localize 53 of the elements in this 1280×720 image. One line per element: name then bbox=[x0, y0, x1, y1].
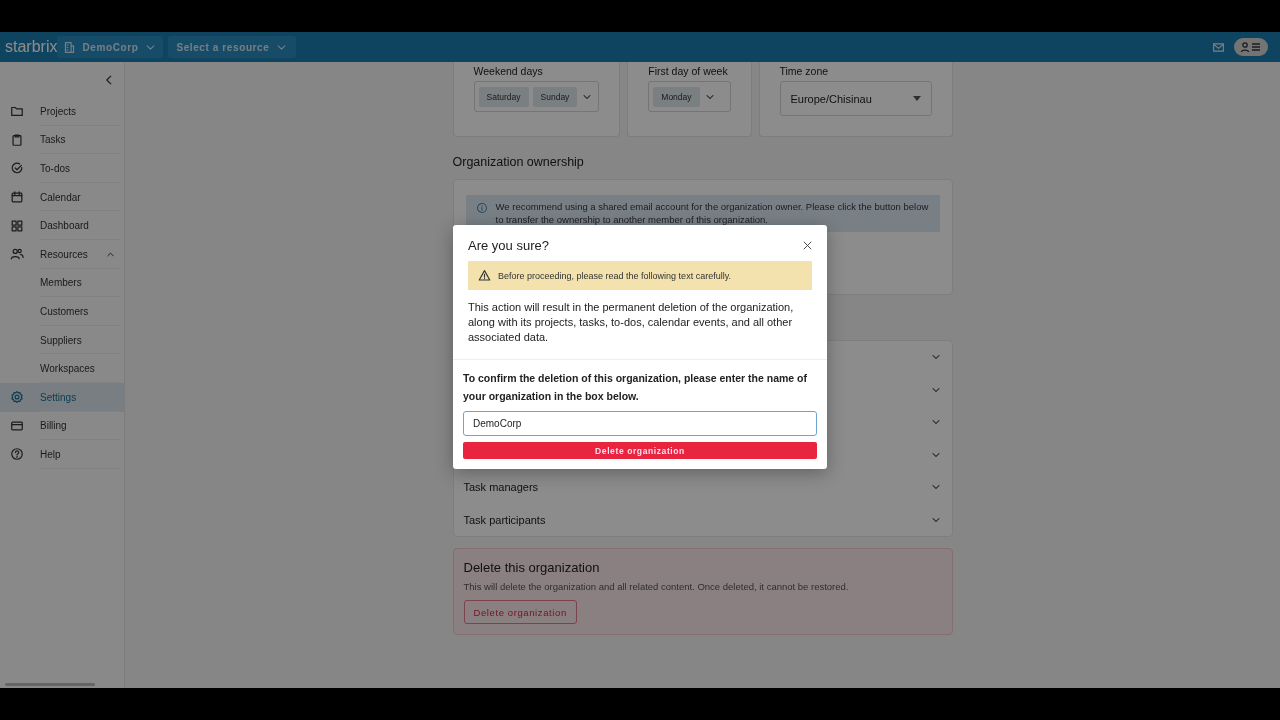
accordion-label[interactable]: Task participants bbox=[463, 513, 930, 526]
sidebar-item[interactable]: Projects bbox=[0, 97, 124, 126]
time-zone-select[interactable]: Europe/Chisinau bbox=[779, 81, 932, 116]
credit-card-icon bbox=[10, 418, 24, 433]
people-icon bbox=[10, 247, 24, 262]
field-label: Time zone bbox=[779, 65, 830, 77]
clipboard-icon bbox=[10, 132, 24, 147]
organization-name-field[interactable]: DemoCorp bbox=[463, 411, 817, 436]
close-icon[interactable] bbox=[802, 240, 813, 251]
danger-description: This will delete the organization and all related content. Once deleted, it cannot be restored. bbox=[463, 581, 850, 592]
help-icon bbox=[10, 447, 24, 462]
chip[interactable]: Saturday bbox=[478, 86, 529, 107]
info-text: We recommend using a shared email account for the organization owner. Please click the button below to transfer the ownership to another member of this organization. bbox=[495, 201, 930, 226]
user-menu[interactable] bbox=[1234, 38, 1268, 56]
dialog-message: This action will result in the permanent deletion of the organization, along with its projects, tasks, to-dos, calendar events, and all other associated data. bbox=[453, 290, 827, 360]
sidebar-item[interactable]: To-dos bbox=[0, 154, 124, 183]
chip[interactable]: Monday bbox=[653, 86, 700, 107]
accordion-label[interactable]: Task managers bbox=[463, 481, 930, 494]
confirm-prompt: To confirm the deletion of this organization, please enter the name of your organization in the box below. bbox=[462, 371, 808, 404]
field-label: First day of week bbox=[648, 65, 729, 77]
building-icon bbox=[63, 40, 77, 54]
danger-title: Delete this organization bbox=[463, 560, 601, 575]
sidebar-item[interactable]: Settings bbox=[0, 382, 124, 412]
calendar-icon bbox=[10, 190, 24, 205]
mail-icon[interactable] bbox=[1212, 40, 1226, 54]
sidebar-item[interactable]: Help bbox=[0, 440, 124, 469]
grid-icon bbox=[10, 218, 24, 233]
sidebar-item[interactable]: Dashboard bbox=[0, 211, 124, 240]
gear-icon bbox=[10, 390, 24, 405]
sidebar-item[interactable]: Members bbox=[0, 268, 124, 298]
chip[interactable]: Sunday bbox=[532, 86, 578, 107]
sidebar-item[interactable]: Workspaces bbox=[0, 354, 124, 383]
info-icon bbox=[475, 202, 488, 214]
person-menu-icon bbox=[1239, 41, 1263, 53]
dialog-title: Are you sure? bbox=[468, 238, 549, 253]
logo: starbrix bbox=[5, 38, 58, 56]
sidebar-item[interactable]: Suppliers bbox=[0, 325, 124, 355]
field-label: Weekend days bbox=[473, 65, 544, 77]
section-heading: Organization ownership bbox=[452, 155, 585, 171]
sidebar-item[interactable]: Billing bbox=[0, 411, 124, 441]
check-circle-icon bbox=[10, 161, 24, 176]
dropdown-arrow-icon bbox=[912, 96, 921, 101]
multi-select[interactable]: Saturday Sunday bbox=[473, 81, 600, 112]
sidebar-item[interactable]: Resources bbox=[0, 239, 124, 269]
sidebar-item[interactable]: Customers bbox=[0, 297, 124, 326]
delete-organization-button[interactable]: Delete organization bbox=[463, 442, 817, 459]
multi-select[interactable]: Monday bbox=[648, 81, 731, 112]
sidebar-item[interactable]: Tasks bbox=[0, 125, 124, 155]
folder-icon bbox=[10, 104, 24, 119]
warning-icon bbox=[478, 269, 491, 282]
warning-text: Before proceeding, please read the following text carefully. bbox=[498, 270, 731, 281]
sidebar-item[interactable]: Calendar bbox=[0, 182, 124, 212]
delete-organization-button[interactable]: Delete organization bbox=[463, 600, 577, 624]
